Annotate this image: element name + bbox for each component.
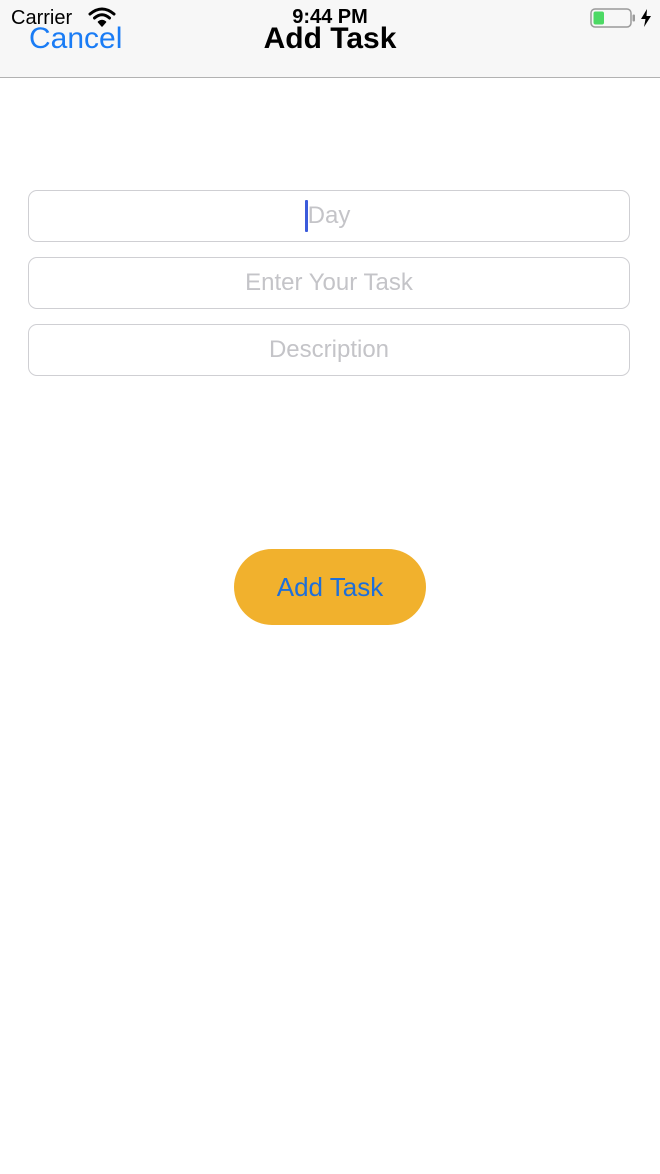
description-input[interactable] bbox=[29, 325, 629, 375]
day-input[interactable] bbox=[29, 191, 629, 241]
task-input[interactable] bbox=[29, 258, 629, 308]
text-cursor bbox=[305, 200, 308, 232]
page-title: Add Task bbox=[263, 22, 397, 55]
day-field[interactable] bbox=[28, 190, 630, 242]
add-task-button[interactable]: Add Task bbox=[234, 549, 426, 625]
task-field[interactable] bbox=[28, 257, 630, 309]
description-field[interactable] bbox=[28, 324, 630, 376]
top-bar: Carrier 9:44 PM Cancel Add Task bbox=[0, 0, 660, 78]
